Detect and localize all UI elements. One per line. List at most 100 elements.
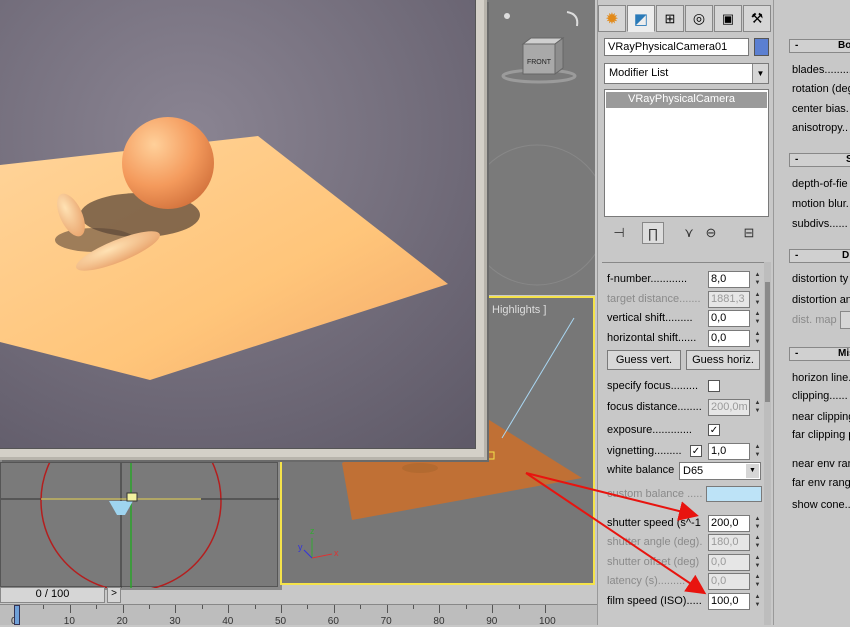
modifier-stack[interactable]: VRayPhysicalCamera xyxy=(604,89,769,217)
display-tab[interactable]: ▣ xyxy=(714,5,742,32)
guess-horiz-button[interactable]: Guess horiz. xyxy=(686,350,760,370)
params-scrollbar[interactable] xyxy=(764,262,771,625)
vignetting-spinner[interactable]: 1,0 xyxy=(708,443,750,460)
shutter-speed-spinner[interactable]: 200,0 xyxy=(708,515,750,532)
show-end-result-icon[interactable]: ∏ xyxy=(642,222,664,244)
misc-rollout-header[interactable]: -Mis xyxy=(789,347,850,361)
pin-stack-icon[interactable]: ⊣ xyxy=(608,222,630,244)
create-tab[interactable]: ✹ xyxy=(598,5,626,32)
ruler-tick xyxy=(201,605,203,609)
bokeh-rollout-header[interactable]: -Bok xyxy=(789,39,850,53)
ruler-tick xyxy=(122,605,124,613)
motion-blur-label: motion blur. xyxy=(792,198,849,210)
ruler-tick xyxy=(228,605,230,613)
scrollbar-thumb[interactable] xyxy=(765,282,770,402)
shutter-angle-spinner[interactable]: 180,0 xyxy=(708,534,750,551)
viewcube-label: FRONT xyxy=(527,59,552,66)
distortion-rollout-header[interactable]: -D xyxy=(789,249,850,263)
ruler-tick-label: 90 xyxy=(486,616,498,627)
render-frame-window[interactable] xyxy=(0,0,487,460)
vignetting-checkbox[interactable]: ✓ xyxy=(690,445,702,457)
ruler-tick xyxy=(492,605,494,613)
distortion-type-label: distortion ty xyxy=(792,273,849,285)
modify-icon: ◩ xyxy=(633,10,649,28)
time-next-button[interactable]: > xyxy=(107,587,121,603)
stack-item[interactable]: VRayPhysicalCamera xyxy=(606,92,767,108)
home-icon xyxy=(504,13,510,19)
ruler-tick xyxy=(413,605,414,609)
latency-arrows[interactable]: ▲ ▼ xyxy=(753,573,762,590)
f-number-arrows[interactable]: ▲ ▼ xyxy=(753,271,762,288)
exposure-row: exposure............. ✓ xyxy=(607,422,765,440)
focus-distance-label: focus distance........ xyxy=(607,401,702,413)
target-distance-row: target distance....... 1881,3 ▲ ▼ xyxy=(607,291,765,309)
ruler-tick-label: 10 xyxy=(63,616,75,627)
ruler-tick-label: 60 xyxy=(327,616,339,627)
hierarchy-tab[interactable]: ⊞ xyxy=(656,5,684,32)
make-unique-icon[interactable]: ⋎ xyxy=(678,222,700,244)
vignetting-row: vignetting......... ✓ 1,0 ▲ ▼ xyxy=(607,443,765,461)
specify-focus-row: specify focus......... xyxy=(607,378,765,396)
blades-label: blades......... xyxy=(792,64,850,76)
dist-map-button[interactable] xyxy=(840,311,850,329)
film-speed-spinner[interactable]: 100,0 xyxy=(708,593,750,610)
horizontal-shift-arrows[interactable]: ▲ ▼ xyxy=(753,330,762,347)
focus-distance-spinner[interactable]: 200,0m xyxy=(708,399,750,416)
depth-of-field-label: depth-of-fie xyxy=(792,178,848,190)
white-balance-label: white balance xyxy=(607,464,675,476)
f-number-spinner[interactable]: 8,0 xyxy=(708,271,750,288)
film-speed-arrows[interactable]: ▲ ▼ xyxy=(753,593,762,610)
object-color-swatch[interactable] xyxy=(754,38,769,56)
create-icon: ✹ xyxy=(605,10,619,28)
ruler-tick xyxy=(281,605,282,613)
target-distance-spinner[interactable]: 1881,3 xyxy=(708,291,750,308)
white-balance-value: D65 xyxy=(683,465,704,477)
white-balance-row: white balance D65 ▼ xyxy=(607,462,765,480)
guess-vert-button[interactable]: Guess vert. xyxy=(607,350,681,370)
ruler-tick xyxy=(69,605,71,613)
object-name-field[interactable]: VRayPhysicalCamera01 xyxy=(604,38,749,56)
target-distance-arrows[interactable]: ▲ ▼ xyxy=(753,291,762,308)
latency-spinner[interactable]: 0,0 xyxy=(708,573,750,590)
specify-focus-checkbox[interactable] xyxy=(708,380,720,392)
chevron-down-icon[interactable]: ▼ xyxy=(752,64,768,83)
focus-distance-arrows[interactable]: ▲ ▼ xyxy=(753,399,762,416)
vignetting-arrows[interactable]: ▲ ▼ xyxy=(753,443,762,460)
remove-modifier-icon[interactable]: ⊖ xyxy=(700,222,722,244)
white-balance-dropdown[interactable]: D65 ▼ xyxy=(679,462,761,480)
utilities-tab[interactable]: ⚒ xyxy=(743,5,771,32)
modify-tab[interactable]: ◩ xyxy=(627,5,655,32)
sampling-rollout-header[interactable]: -S xyxy=(789,153,850,167)
motion-tab[interactable]: ◎ xyxy=(685,5,713,32)
camera-extra-panel: -Bok blades......... rotation (deg cente… xyxy=(773,0,850,625)
vertical-shift-label: vertical shift......... xyxy=(607,312,693,324)
time-cursor[interactable] xyxy=(14,605,20,625)
vertical-shift-arrows[interactable]: ▲ ▼ xyxy=(753,310,762,327)
display-icon: ▣ xyxy=(721,10,735,26)
horizontal-shift-spinner[interactable]: 0,0 xyxy=(708,330,750,347)
custom-balance-swatch[interactable] xyxy=(706,486,762,502)
top-viewport[interactable] xyxy=(0,462,279,588)
front-viewport[interactable]: FRONT xyxy=(487,0,595,295)
vertical-shift-spinner[interactable]: 0,0 xyxy=(708,310,750,327)
chevron-down-icon[interactable]: ▼ xyxy=(746,464,759,478)
shutter-offset-spinner[interactable]: 0,0 xyxy=(708,554,750,571)
ruler-tick-label: 50 xyxy=(275,616,287,627)
ruler-tick xyxy=(333,605,335,613)
exposure-checkbox[interactable]: ✓ xyxy=(708,424,720,436)
anisotropy-label: anisotropy.. xyxy=(792,122,849,134)
rendered-image xyxy=(0,0,476,449)
shutter-offset-arrows[interactable]: ▲ ▼ xyxy=(753,554,762,571)
f-number-row: f-number............ 8,0 ▲ ▼ xyxy=(607,271,765,289)
timeline-ruler[interactable]: 0102030405060708090100 xyxy=(0,604,597,627)
configure-sets-icon[interactable]: ⊟ xyxy=(738,222,760,244)
rotation-label: rotation (deg xyxy=(792,83,850,95)
specify-focus-label: specify focus......... xyxy=(607,380,699,392)
time-slider[interactable]: 0 / 100 xyxy=(0,587,105,603)
utilities-icon: ⚒ xyxy=(750,10,764,26)
shutter-angle-arrows[interactable]: ▲ ▼ xyxy=(753,534,762,551)
ruler-tick-label: 30 xyxy=(169,616,181,627)
shutter-speed-arrows[interactable]: ▲ ▼ xyxy=(753,515,762,532)
modifier-list-dropdown[interactable]: Modifier List ▼ xyxy=(604,63,769,84)
horizontal-shift-label: horizontal shift...... xyxy=(607,332,697,344)
